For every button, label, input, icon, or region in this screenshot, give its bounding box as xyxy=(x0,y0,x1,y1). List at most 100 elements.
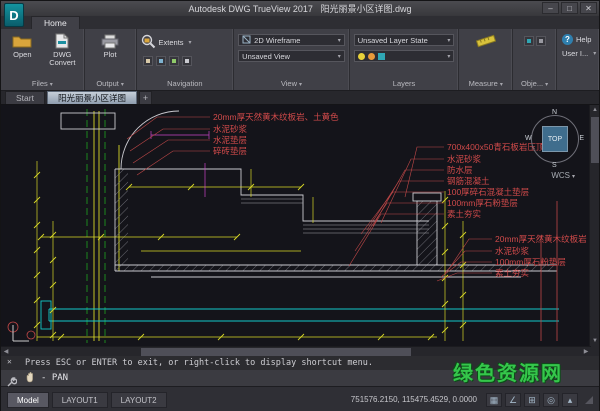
resize-grip[interactable] xyxy=(585,396,593,404)
named-view-dropdown[interactable]: Unsaved View ▾ xyxy=(238,50,345,62)
chevron-down-icon: ▾ xyxy=(447,37,450,44)
cad-drawing xyxy=(1,105,591,346)
ribbon-panel-help: ? Help User I... ▾ xyxy=(557,29,599,90)
drawing-canvas[interactable]: 20mm厚天然黄木纹板岩、土黄色水泥砂浆水泥垫层碎砖垫层700x400x50青石… xyxy=(1,105,599,356)
ribbon: Open DWG Convert Files▾ Plo xyxy=(1,29,599,91)
wcs-menu[interactable]: WCS▾ xyxy=(551,171,575,180)
dwg-convert-icon xyxy=(55,32,69,50)
ribbon-panel-view: 2D Wireframe ▾ Unsaved View ▾ View▾ xyxy=(234,29,350,90)
visual-style-dropdown[interactable]: 2D Wireframe ▾ xyxy=(238,34,345,46)
tab-model[interactable]: Model xyxy=(7,392,49,408)
layer-freeze-sun-icon xyxy=(368,53,375,60)
view-panel-label[interactable]: View▾ xyxy=(234,78,349,90)
minimize-button[interactable]: – xyxy=(542,2,559,14)
coordinates-readout: 751576.2150, 115475.4529, 0.0000 xyxy=(351,395,477,404)
user-interface-dropdown[interactable]: User I... ▾ xyxy=(557,47,599,58)
chevron-down-icon: ▾ xyxy=(500,82,503,88)
tab-drawing[interactable]: 阳光丽景小区详图 xyxy=(47,91,137,104)
vertical-scrollbar[interactable]: ▲ ▼ xyxy=(589,105,599,356)
plot-button[interactable]: Plot xyxy=(91,32,129,59)
orbit-icon[interactable] xyxy=(182,56,192,66)
vertical-scroll-thumb[interactable] xyxy=(591,117,599,163)
close-command-icon[interactable]: ✕ xyxy=(7,357,12,366)
pan-hand-icon xyxy=(25,371,36,386)
ortho-toggle-icon[interactable]: ∠ xyxy=(505,393,521,407)
chevron-down-icon: ▾ xyxy=(121,82,124,88)
magnifier-icon xyxy=(141,34,156,51)
window-title: Autodesk DWG TrueView 2017 阳光丽景小区详图.dwg xyxy=(189,2,412,15)
zoom-extents-button[interactable]: Extents ▾ xyxy=(137,32,234,51)
question-icon: ? xyxy=(562,34,573,45)
chevron-down-icon: ▾ xyxy=(50,82,53,88)
application-menu-button[interactable]: D xyxy=(4,3,24,27)
horizontal-scroll-thumb[interactable] xyxy=(141,348,411,356)
chevron-down-icon: ▾ xyxy=(447,53,450,60)
chevron-down-icon: ▾ xyxy=(338,37,341,44)
printer-icon xyxy=(101,32,119,50)
watermark: 绿色资源网 xyxy=(453,357,563,386)
output-panel-label[interactable]: Output▾ xyxy=(85,78,136,90)
layer-dropdown[interactable]: ▾ xyxy=(354,50,455,62)
maximize-button[interactable]: □ xyxy=(561,2,578,14)
viewcube-north[interactable]: N xyxy=(552,109,557,116)
ribbon-panel-measure: Measure▾ xyxy=(459,29,513,90)
ruler-icon xyxy=(475,32,497,50)
snap-toggle-icon[interactable]: ⊞ xyxy=(524,393,540,407)
open-folder-icon xyxy=(12,32,32,50)
layer-on-bulb-icon xyxy=(358,53,365,60)
grid-toggle-icon[interactable]: ▦ xyxy=(486,393,502,407)
ribbon-panel-files: Open DWG Convert Files▾ xyxy=(1,29,85,90)
customize-wrench-icon[interactable] xyxy=(6,373,17,392)
osnap-toggle-icon[interactable]: ◎ xyxy=(543,393,559,407)
objects-panel-label[interactable]: Obje...▾ xyxy=(513,78,556,90)
chevron-down-icon: ▾ xyxy=(299,82,302,88)
new-tab-button[interactable]: + xyxy=(139,91,152,104)
layer-color-swatch xyxy=(378,53,385,60)
wireframe-cube-icon xyxy=(242,35,251,46)
ribbon-panel-output: Plot Output▾ xyxy=(85,29,137,90)
object-hide-icon[interactable] xyxy=(536,36,546,46)
open-button[interactable]: Open xyxy=(3,32,41,59)
viewcube-west[interactable]: W xyxy=(525,135,532,142)
measure-panel-label[interactable]: Measure▾ xyxy=(459,78,512,90)
navigation-panel-label[interactable]: Navigation xyxy=(137,78,234,90)
status-bar: Model LAYOUT1 LAYOUT2 751576.2150, 11547… xyxy=(1,386,599,411)
scroll-down-icon[interactable]: ▼ xyxy=(590,336,599,346)
viewcube-south[interactable]: S xyxy=(552,162,557,169)
files-panel-label[interactable]: Files▾ xyxy=(1,78,84,90)
viewcube-east[interactable]: E xyxy=(579,135,584,142)
tab-layout1[interactable]: LAYOUT1 xyxy=(52,392,108,408)
chevron-down-icon: ▾ xyxy=(593,50,596,57)
scroll-left-icon[interactable]: ◀ xyxy=(1,347,11,356)
chevron-down-icon: ▾ xyxy=(338,53,341,60)
object-isolate-icon[interactable] xyxy=(524,36,534,46)
ribbon-panel-layers: Unsaved Layer State ▾ ▾ Layers xyxy=(350,29,460,90)
horizontal-scrollbar[interactable]: ◀ ▶ xyxy=(1,346,591,356)
close-button[interactable]: ✕ xyxy=(580,2,597,14)
zoom-window-icon[interactable] xyxy=(156,56,166,66)
title-bar: Autodesk DWG TrueView 2017 阳光丽景小区详图.dwg … xyxy=(1,1,599,16)
dwg-convert-button[interactable]: DWG Convert xyxy=(43,32,81,68)
measure-button[interactable] xyxy=(467,32,505,50)
help-button[interactable]: ? Help xyxy=(557,32,599,45)
chevron-down-icon: ▾ xyxy=(572,174,575,180)
viewcube[interactable]: N W E S TOP xyxy=(527,111,583,167)
layers-panel-label[interactable]: Layers xyxy=(350,78,459,90)
scroll-up-icon[interactable]: ▲ xyxy=(590,105,599,115)
ribbon-panel-navigation: Extents ▾ Navigation xyxy=(137,29,235,90)
layer-state-dropdown[interactable]: Unsaved Layer State ▾ xyxy=(354,34,455,46)
chevron-down-icon: ▾ xyxy=(545,82,548,88)
viewcube-top-face[interactable]: TOP xyxy=(542,126,568,152)
pan-icon[interactable] xyxy=(143,56,153,66)
scroll-right-icon[interactable]: ▶ xyxy=(581,347,591,356)
annotation-scale-icon[interactable]: ▴ xyxy=(562,393,578,407)
document-tab-bar: Start 阳光丽景小区详图 + xyxy=(1,91,599,105)
app-window: D Autodesk DWG TrueView 2017 阳光丽景小区详图.dw… xyxy=(0,0,600,411)
zoom-in-icon[interactable] xyxy=(169,56,179,66)
tab-layout2[interactable]: LAYOUT2 xyxy=(111,392,167,408)
tab-start[interactable]: Start xyxy=(5,91,45,104)
tab-home[interactable]: Home xyxy=(31,16,80,29)
ribbon-tab-row: Home xyxy=(1,16,599,29)
ribbon-panel-objects: Obje...▾ xyxy=(513,29,557,90)
chevron-down-icon: ▾ xyxy=(189,39,192,46)
